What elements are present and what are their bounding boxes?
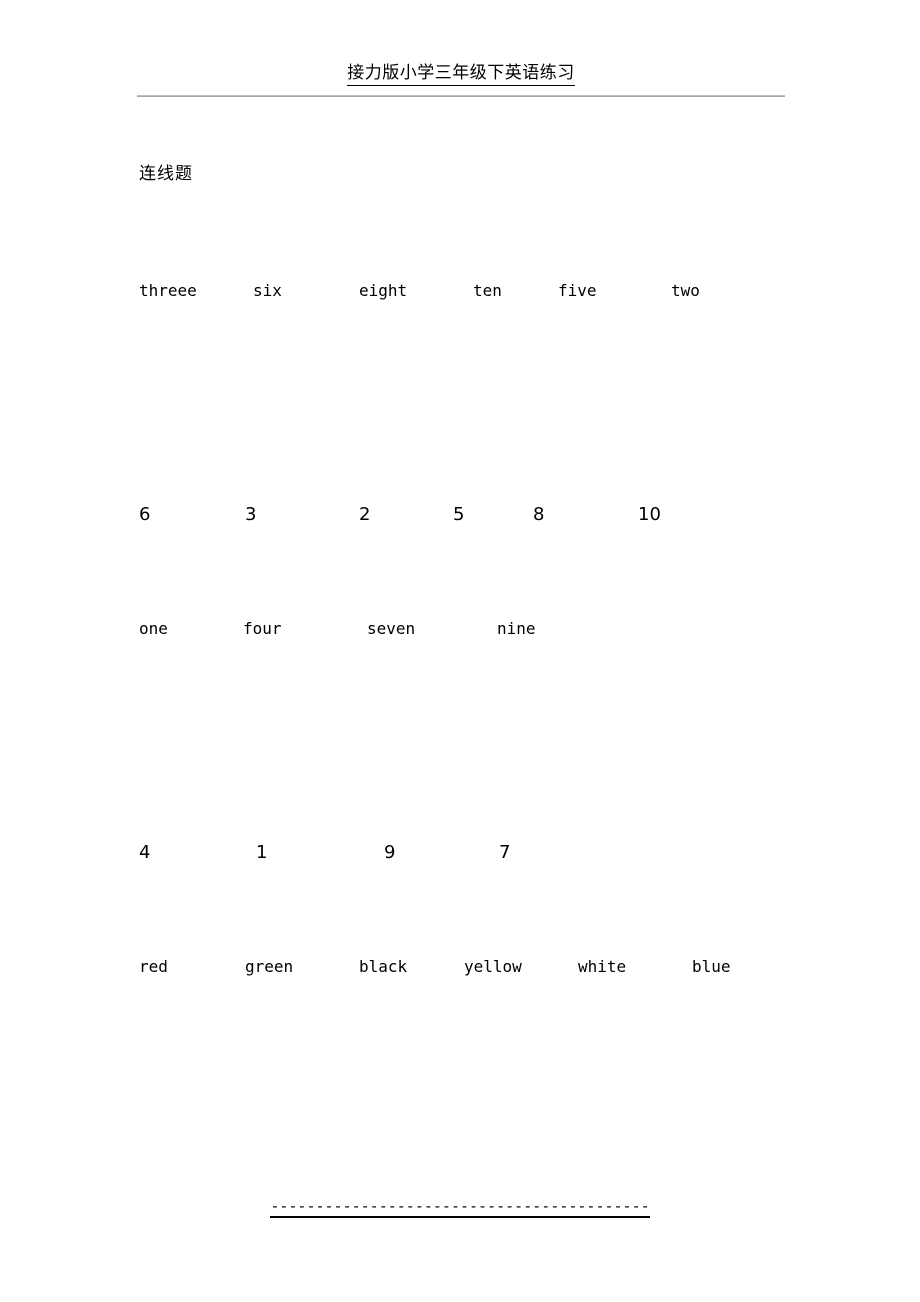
header-divider (137, 95, 785, 97)
digit-item[interactable]: 6 (139, 502, 150, 528)
digits-row-2: 4 1 9 7 (0, 840, 920, 866)
digit-item[interactable]: 10 (638, 502, 661, 528)
page-title: 接力版小学三年级下英语练习 (347, 62, 575, 86)
number-words-row-2: one four seven nine (0, 616, 920, 642)
document-page: 接力版小学三年级下英语练习 连线题 threee six eight ten five t… (0, 0, 920, 1302)
word-item[interactable]: two (671, 278, 700, 304)
word-item[interactable]: eight (359, 278, 407, 304)
document-footer: ----------------------------------------… (0, 1196, 920, 1218)
digit-item[interactable]: 4 (139, 840, 150, 866)
digit-item[interactable]: 8 (533, 502, 544, 528)
digit-item[interactable]: 3 (245, 502, 256, 528)
word-item[interactable]: five (558, 278, 597, 304)
word-item[interactable]: white (578, 954, 626, 980)
digit-item[interactable]: 9 (384, 840, 395, 866)
digit-item[interactable]: 5 (453, 502, 464, 528)
word-item[interactable]: blue (692, 954, 731, 980)
color-words-row: red green black yellow white blue (0, 954, 920, 980)
word-item[interactable]: seven (367, 616, 415, 642)
digit-item[interactable]: 7 (499, 840, 510, 866)
number-words-row-1: threee six eight ten five two (0, 278, 920, 304)
word-item[interactable]: threee (139, 278, 197, 304)
word-item[interactable]: one (139, 616, 168, 642)
word-item[interactable]: four (243, 616, 282, 642)
section-title: 连线题 (139, 164, 193, 184)
word-item[interactable]: green (245, 954, 293, 980)
word-item[interactable]: nine (497, 616, 536, 642)
word-item[interactable]: black (359, 954, 407, 980)
document-header: 接力版小学三年级下英语练习 (137, 62, 785, 86)
footer-separator: ----------------------------------------… (270, 1196, 650, 1218)
word-item[interactable]: ten (473, 278, 502, 304)
word-item[interactable]: red (139, 954, 168, 980)
digit-item[interactable]: 1 (256, 840, 267, 866)
word-item[interactable]: yellow (464, 954, 522, 980)
word-item[interactable]: six (253, 278, 282, 304)
digits-row-1: 6 3 2 5 8 10 (0, 502, 920, 528)
digit-item[interactable]: 2 (359, 502, 370, 528)
